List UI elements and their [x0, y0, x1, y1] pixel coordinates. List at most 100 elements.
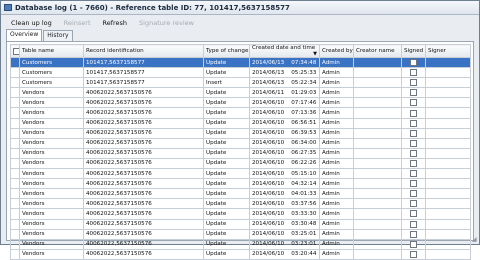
table-row[interactable]: Vendors 40062022,5637150576 Update 2014/06/…	[10, 178, 471, 190]
signed-cell[interactable]	[401, 67, 426, 79]
record-id-cell[interactable]: 40062022,5637150576	[83, 97, 204, 109]
table-row[interactable]: Vendors 40062022,5637150576 Update 2014/06/…	[10, 248, 471, 260]
created-datetime-cell[interactable]: 2014/06/10 07:17:46	[249, 97, 320, 109]
signed-checkbox[interactable]	[410, 159, 417, 167]
creator-name-cell[interactable]	[353, 157, 402, 170]
table-row[interactable]: Vendors 40062022,5637150576 Update 2014/06/…	[10, 127, 471, 139]
created-datetime-cell[interactable]: 2014/06/10 03:20:44	[249, 248, 320, 260]
creator-name-cell[interactable]	[353, 107, 402, 119]
type-of-change-cell[interactable]: Update	[203, 188, 250, 200]
type-of-change-cell[interactable]: Update	[203, 117, 250, 129]
row-marker-cell[interactable]	[10, 178, 20, 190]
signed-checkbox[interactable]	[410, 139, 417, 147]
type-of-change-cell[interactable]: Update	[203, 137, 250, 149]
table-row[interactable]: Vendors 40062022,5637150576 Update 2014/06/…	[10, 97, 471, 109]
created-by-cell[interactable]: Admin	[319, 198, 354, 210]
reinsert-button[interactable]: Reinsert	[58, 17, 97, 29]
created-by-cell[interactable]: Admin	[319, 178, 354, 190]
creator-name-cell[interactable]	[353, 56, 402, 69]
created-datetime-cell[interactable]: 2014/06/10 06:39:53	[249, 127, 320, 139]
signed-cell[interactable]	[401, 178, 426, 190]
column-header-record-identification[interactable]: Record identification	[83, 44, 204, 58]
row-marker-cell[interactable]	[10, 198, 20, 210]
table-row[interactable]: Vendors 40062022,5637150576 Update 2014/06/…	[10, 87, 471, 99]
creator-name-cell[interactable]	[353, 97, 402, 109]
table-name-cell[interactable]: Vendors	[19, 208, 84, 220]
creator-name-cell[interactable]	[353, 137, 402, 149]
signed-checkbox[interactable]	[410, 170, 417, 178]
row-marker-cell[interactable]	[10, 218, 20, 230]
table-name-cell[interactable]: Vendors	[19, 87, 84, 99]
column-header-created-date-time[interactable]: Created date and time ▼	[249, 44, 320, 58]
signer-cell[interactable]	[425, 87, 471, 99]
creator-name-cell[interactable]	[353, 147, 402, 159]
created-by-cell[interactable]: Admin	[319, 117, 354, 129]
signed-cell[interactable]	[401, 147, 426, 159]
record-id-cell[interactable]: 40062022,5637150576	[83, 137, 204, 149]
created-datetime-cell[interactable]: 2014/06/10 06:27:35	[249, 147, 320, 159]
creator-name-cell[interactable]	[353, 218, 402, 230]
signed-checkbox[interactable]	[410, 109, 417, 117]
created-by-cell[interactable]: Admin	[319, 157, 354, 170]
creator-name-cell[interactable]	[353, 188, 402, 200]
signer-cell[interactable]	[425, 137, 471, 149]
created-by-cell[interactable]: Admin	[319, 248, 354, 260]
creator-name-cell[interactable]	[353, 77, 402, 89]
column-header-creator-name[interactable]: Creator name	[353, 44, 402, 58]
signature-review-button[interactable]: Signature review	[133, 17, 200, 29]
table-name-cell[interactable]: Vendors	[19, 127, 84, 139]
signed-cell[interactable]	[401, 248, 426, 260]
signed-checkbox[interactable]	[410, 210, 417, 218]
table-name-cell[interactable]: Vendors	[19, 248, 84, 260]
signer-cell[interactable]	[425, 107, 471, 119]
refresh-button[interactable]: Refresh	[97, 17, 134, 29]
record-id-cell[interactable]: 40062022,5637150576	[83, 87, 204, 99]
record-id-cell[interactable]: 40062022,5637150576	[83, 208, 204, 220]
created-by-cell[interactable]: Admin	[319, 238, 354, 250]
signed-cell[interactable]	[401, 238, 426, 250]
table-name-cell[interactable]: Customers	[19, 77, 84, 89]
record-id-cell[interactable]: 40062022,5637150576	[83, 178, 204, 190]
record-id-cell[interactable]: 40062022,5637150576	[83, 198, 204, 210]
created-datetime-cell[interactable]: 2014/06/10 04:32:14	[249, 178, 320, 190]
creator-name-cell[interactable]	[353, 228, 402, 240]
table-name-cell[interactable]: Vendors	[19, 117, 84, 129]
row-marker-cell[interactable]	[10, 87, 20, 99]
type-of-change-cell[interactable]: Update	[203, 178, 250, 190]
signer-cell[interactable]	[425, 248, 471, 260]
select-all-column-header[interactable]	[10, 44, 20, 58]
signer-cell[interactable]	[425, 67, 471, 79]
record-id-cell[interactable]: 40062022,5637150576	[83, 147, 204, 159]
type-of-change-cell[interactable]: Update	[203, 248, 250, 260]
table-row[interactable]: Vendors 40062022,5637150576 Update 2014/06/…	[10, 238, 471, 250]
signer-cell[interactable]	[425, 127, 471, 139]
type-of-change-cell[interactable]: Update	[203, 127, 250, 139]
signed-checkbox[interactable]	[410, 59, 417, 67]
type-of-change-cell[interactable]: Update	[203, 168, 250, 180]
tab-overview[interactable]: Overview	[6, 29, 43, 41]
type-of-change-cell[interactable]: Update	[203, 107, 250, 119]
table-row[interactable]: Vendors 40062022,5637150576 Update 2014/06/…	[10, 107, 471, 119]
signed-cell[interactable]	[401, 157, 426, 170]
created-datetime-cell[interactable]: 2014/06/10 03:37:56	[249, 198, 320, 210]
created-by-cell[interactable]: Admin	[319, 218, 354, 230]
table-row[interactable]: Vendors 40062022,5637150576 Update 2014/06/…	[10, 198, 471, 210]
table-row[interactable]: Customers 101417,5637158577 Insert 2014/06/…	[10, 77, 471, 89]
creator-name-cell[interactable]	[353, 248, 402, 260]
signed-checkbox[interactable]	[410, 190, 417, 198]
signed-cell[interactable]	[401, 137, 426, 149]
signed-checkbox[interactable]	[410, 149, 417, 157]
table-row[interactable]: Vendors 40062022,5637150576 Update 2014/06/…	[10, 188, 471, 200]
created-datetime-cell[interactable]: 2014/06/10 05:15:10	[249, 168, 320, 180]
table-row[interactable]: Vendors 40062022,5637150576 Update 2014/06/…	[10, 117, 471, 129]
record-id-cell[interactable]: 40062022,5637150576	[83, 228, 204, 240]
creator-name-cell[interactable]	[353, 87, 402, 99]
signed-cell[interactable]	[401, 228, 426, 240]
table-name-cell[interactable]: Vendors	[19, 188, 84, 200]
row-marker-cell[interactable]	[10, 248, 20, 260]
signer-cell[interactable]	[425, 218, 471, 230]
table-row[interactable]: Vendors 40062022,5637150576 Update 2014/06/…	[10, 137, 471, 149]
signer-cell[interactable]	[425, 178, 471, 190]
table-row[interactable]: Vendors 40062022,5637150576 Update 2014/06/…	[10, 147, 471, 159]
signed-checkbox[interactable]	[410, 119, 417, 127]
